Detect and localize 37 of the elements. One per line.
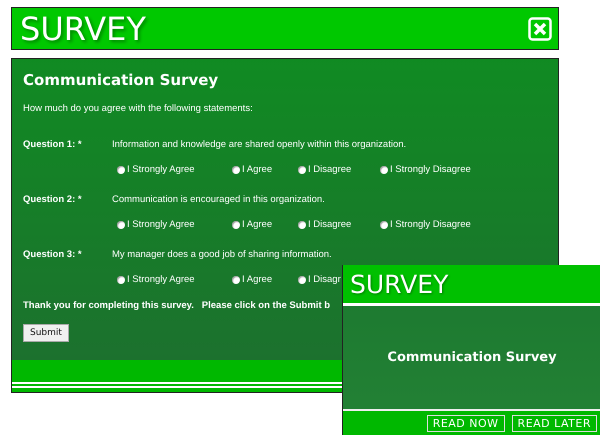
radio-button[interactable] bbox=[117, 220, 125, 228]
radio-button[interactable] bbox=[380, 166, 388, 174]
option-label: I Strongly Disagree bbox=[390, 164, 471, 175]
option-label: I Disagree bbox=[308, 219, 352, 230]
radio-button[interactable] bbox=[117, 276, 125, 284]
question-label: Question 2: * bbox=[23, 194, 83, 205]
option-label: I Disagree bbox=[308, 164, 352, 175]
window-title: SURVEY bbox=[20, 10, 146, 46]
option-label: I Disagr bbox=[308, 274, 341, 285]
radio-button[interactable] bbox=[298, 166, 306, 174]
question-text: Information and knowledge are shared openly within this organization. bbox=[112, 139, 406, 150]
option-label: I Agree bbox=[242, 164, 272, 175]
radio-button[interactable] bbox=[232, 220, 240, 228]
question-text: Communication is encouraged in this organization. bbox=[112, 194, 325, 205]
instruction-text: How much do you agree with the following statements: bbox=[23, 103, 254, 114]
read-button[interactable]: READ NOW bbox=[426, 414, 505, 432]
thank-you-text: Thank you for completing this survey. Please click on the Submit b bbox=[23, 300, 332, 311]
option-label: I Agree bbox=[242, 274, 272, 285]
radio-button[interactable] bbox=[380, 220, 388, 228]
question-label: Question 3: * bbox=[23, 249, 83, 260]
radio-button[interactable] bbox=[298, 276, 306, 284]
submit-button[interactable]: Submit bbox=[23, 324, 69, 342]
question-label: Question 1: * bbox=[23, 139, 83, 150]
popup-heading: Communication Survey bbox=[387, 350, 557, 365]
option-label: I Strongly Disagree bbox=[390, 219, 471, 230]
radio-button[interactable] bbox=[232, 276, 240, 284]
popup-title: SURVEY bbox=[350, 270, 448, 298]
option-label: I Strongly Agree bbox=[127, 219, 195, 230]
radio-button[interactable] bbox=[232, 166, 240, 174]
survey-title: Communication Survey bbox=[23, 71, 220, 89]
question-text: My manager does a good job of sharing information. bbox=[112, 249, 332, 260]
option-label: I Agree bbox=[242, 219, 272, 230]
read-button[interactable]: READ LATER bbox=[512, 414, 597, 432]
option-label: I Strongly Agree bbox=[127, 274, 195, 285]
radio-button[interactable] bbox=[298, 220, 306, 228]
radio-button[interactable] bbox=[117, 166, 125, 174]
option-label: I Strongly Agree bbox=[127, 164, 195, 175]
